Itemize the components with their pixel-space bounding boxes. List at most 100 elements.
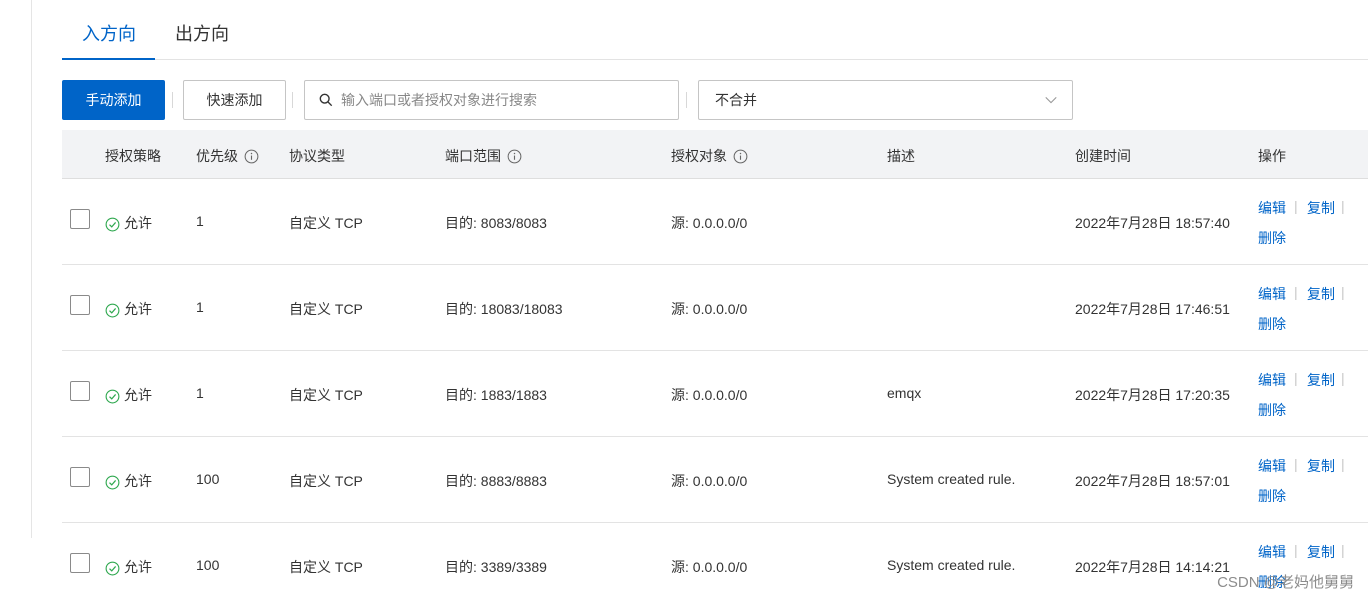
port-range-cell: 目的: 8883/8883 <box>445 473 547 489</box>
action-separator: | <box>1294 370 1298 386</box>
action-separator: | <box>1341 370 1345 386</box>
merge-select[interactable]: 不合并 <box>698 80 1073 120</box>
header-port: 端口范围 <box>445 146 522 166</box>
search-box[interactable] <box>304 80 679 120</box>
port-range-cell: 目的: 8083/8083 <box>445 215 547 231</box>
description-cell: System created rule. <box>887 471 1016 487</box>
check-circle-icon <box>105 389 120 404</box>
policy-label: 允许 <box>124 387 152 403</box>
delete-link[interactable]: 删除 <box>1258 314 1286 334</box>
created-time-cell: 2022年7月28日 17:46:51 <box>1075 301 1230 317</box>
protocol-cell: 自定义 TCP <box>289 387 363 403</box>
created-time-cell: 2022年7月28日 14:14:21 <box>1075 559 1230 575</box>
copy-link[interactable]: 复制 <box>1307 284 1335 304</box>
policy-label: 允许 <box>124 215 152 231</box>
edit-link[interactable]: 编辑 <box>1258 370 1286 390</box>
copy-link[interactable]: 复制 <box>1307 542 1335 562</box>
action-separator: | <box>1294 198 1298 214</box>
check-circle-icon <box>105 217 120 232</box>
info-icon[interactable] <box>733 149 748 164</box>
header-target: 授权对象 <box>671 146 748 166</box>
check-circle-icon <box>105 303 120 318</box>
action-separator: | <box>1341 284 1345 300</box>
info-icon[interactable] <box>507 149 522 164</box>
delete-link[interactable]: 删除 <box>1258 228 1286 248</box>
delete-link[interactable]: 删除 <box>1258 486 1286 506</box>
policy-cell: 允许 <box>105 213 152 233</box>
protocol-cell: 自定义 TCP <box>289 215 363 231</box>
edit-link[interactable]: 编辑 <box>1258 198 1286 218</box>
protocol-cell: 自定义 TCP <box>289 301 363 317</box>
active-tab-indicator <box>62 58 155 60</box>
header-actions: 操作 <box>1258 148 1286 164</box>
merge-select-value: 不合并 <box>715 92 757 108</box>
description-cell: emqx <box>887 385 922 401</box>
action-separator: | <box>1341 542 1345 558</box>
toolbar-separator <box>292 92 293 108</box>
target-cell: 源: 0.0.0.0/0 <box>671 215 748 231</box>
action-separator: | <box>1341 198 1345 214</box>
chevron-down-icon <box>1045 96 1057 104</box>
copy-link[interactable]: 复制 <box>1307 370 1335 390</box>
policy-label: 允许 <box>124 473 152 489</box>
header-description: 描述 <box>887 148 915 164</box>
priority-cell: 1 <box>196 299 204 315</box>
check-circle-icon <box>105 561 120 576</box>
action-separator: | <box>1294 542 1298 558</box>
header-priority: 优先级 <box>196 146 259 166</box>
created-time-cell: 2022年7月28日 17:20:35 <box>1075 387 1230 403</box>
toolbar: 手动添加 快速添加 不合并 <box>62 80 1162 120</box>
search-input[interactable] <box>341 92 661 108</box>
protocol-cell: 自定义 TCP <box>289 473 363 489</box>
row-checkbox[interactable] <box>70 295 90 315</box>
row-checkbox[interactable] <box>70 553 90 573</box>
row-checkbox[interactable] <box>70 467 90 487</box>
row-checkbox[interactable] <box>70 209 90 229</box>
edit-link[interactable]: 编辑 <box>1258 456 1286 476</box>
watermark: CSDN @老妈他舅舅 <box>1217 574 1354 591</box>
policy-cell: 允许 <box>105 385 152 405</box>
edit-link[interactable]: 编辑 <box>1258 284 1286 304</box>
policy-label: 允许 <box>124 559 152 575</box>
toolbar-separator <box>172 92 173 108</box>
delete-link[interactable]: 删除 <box>1258 400 1286 420</box>
table-row: 允许 100 自定义 TCP 目的: 8883/8883 源: 0.0.0.0/… <box>62 437 1368 523</box>
priority-cell: 1 <box>196 213 204 229</box>
priority-cell: 100 <box>196 471 220 487</box>
policy-label: 允许 <box>124 301 152 317</box>
action-separator: | <box>1294 456 1298 472</box>
direction-tabs: 入方向 出方向 <box>62 0 1368 60</box>
priority-cell: 1 <box>196 385 204 401</box>
search-icon <box>319 93 333 107</box>
policy-cell: 允许 <box>105 299 152 319</box>
action-separator: | <box>1341 456 1345 472</box>
table-header: 授权策略 优先级 协议类型 端口范围 授权对象 描述 创建时间 操作 <box>62 130 1368 179</box>
created-time-cell: 2022年7月28日 18:57:01 <box>1075 473 1230 489</box>
copy-link[interactable]: 复制 <box>1307 456 1335 476</box>
edit-link[interactable]: 编辑 <box>1258 542 1286 562</box>
policy-cell: 允许 <box>105 471 152 491</box>
target-cell: 源: 0.0.0.0/0 <box>671 301 748 317</box>
copy-link[interactable]: 复制 <box>1307 198 1335 218</box>
created-time-cell: 2022年7月28日 18:57:40 <box>1075 215 1230 231</box>
action-separator: | <box>1294 284 1298 300</box>
info-icon[interactable] <box>244 149 259 164</box>
check-circle-icon <box>105 475 120 490</box>
page-divider <box>31 0 32 538</box>
header-protocol: 协议类型 <box>289 148 345 164</box>
manual-add-button[interactable]: 手动添加 <box>62 80 165 120</box>
header-policy: 授权策略 <box>105 148 161 164</box>
port-range-cell: 目的: 18083/18083 <box>445 301 563 317</box>
row-checkbox[interactable] <box>70 381 90 401</box>
table-row: 允许 1 自定义 TCP 目的: 1883/1883 源: 0.0.0.0/0 … <box>62 351 1368 437</box>
tab-inbound[interactable]: 入方向 <box>82 20 136 46</box>
policy-cell: 允许 <box>105 557 152 577</box>
toolbar-separator <box>686 92 687 108</box>
port-range-cell: 目的: 3389/3389 <box>445 559 547 575</box>
quick-add-button[interactable]: 快速添加 <box>183 80 286 120</box>
table-row: 允许 1 自定义 TCP 目的: 8083/8083 源: 0.0.0.0/0 … <box>62 179 1368 265</box>
security-rules-table: 授权策略 优先级 协议类型 端口范围 授权对象 描述 创建时间 操作 允许 1 … <box>62 130 1368 600</box>
table-row: 允许 100 自定义 TCP 目的: 3389/3389 源: 0.0.0.0/… <box>62 523 1368 600</box>
description-cell: System created rule. <box>887 557 1016 573</box>
tab-outbound[interactable]: 出方向 <box>175 20 229 46</box>
